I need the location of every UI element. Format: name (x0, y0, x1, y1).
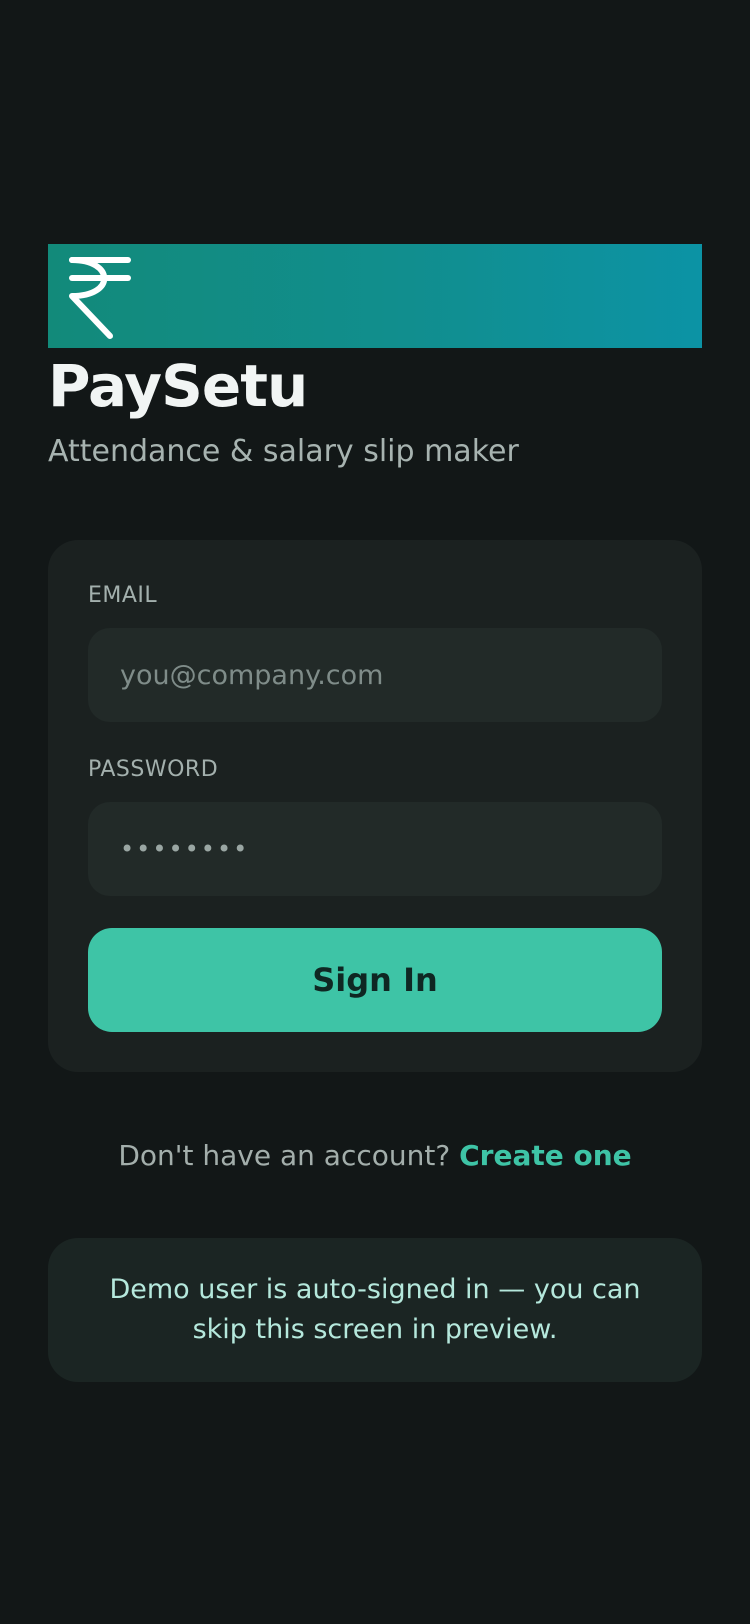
signup-row: Don't have an account? Create one (0, 1136, 750, 1176)
create-account-link[interactable]: Create one (459, 1139, 632, 1172)
password-field[interactable]: •••••••• (88, 802, 662, 896)
app-subtitle: Attendance & salary slip maker (48, 434, 519, 469)
demo-notice-text: Demo user is auto-signed in — you can sk… (109, 1274, 641, 1345)
password-value: •••••••• (120, 835, 250, 863)
signup-prompt: Don't have an account? (118, 1139, 460, 1172)
demo-notice: Demo user is auto-signed in — you can sk… (48, 1238, 702, 1382)
password-label: PASSWORD (88, 757, 219, 782)
email-label: EMAIL (88, 583, 158, 608)
email-field[interactable] (88, 628, 662, 722)
rupee-icon (69, 257, 131, 339)
login-card: EMAIL PASSWORD •••••••• Sign In (48, 540, 702, 1072)
logo-banner (48, 244, 702, 348)
sign-in-button[interactable]: Sign In (88, 928, 662, 1032)
app-title: PaySetu (48, 352, 308, 420)
